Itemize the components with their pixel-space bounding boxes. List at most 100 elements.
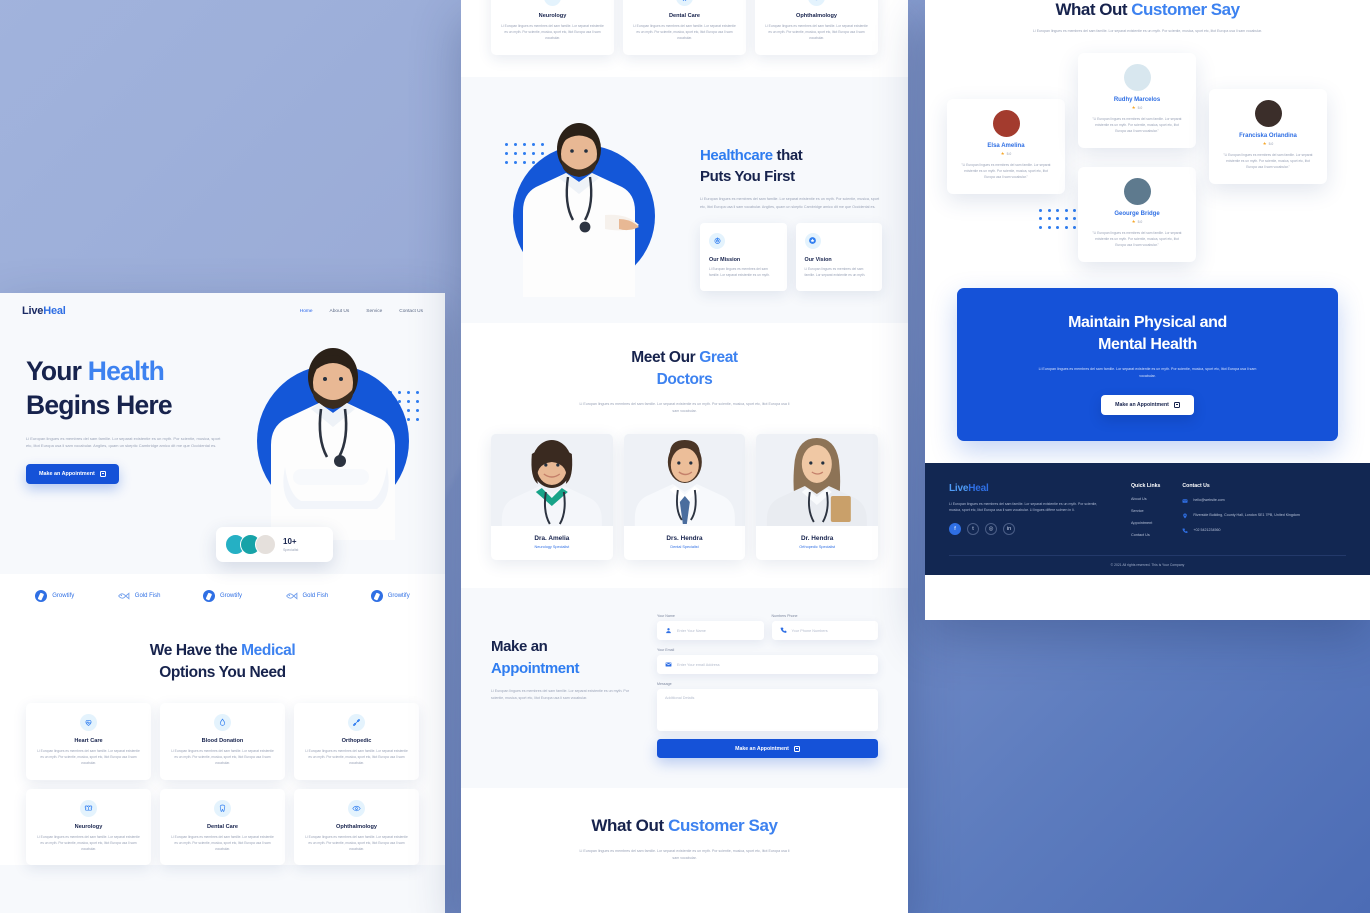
message-textarea[interactable]: Additional Details [657,689,878,732]
mission-card[interactable]: Our Mission Li Europan lingues es membre… [700,222,787,291]
service-title: Orthopedic [341,737,372,744]
testimonial-card[interactable]: Geourge Bridge ★ 5.0 "Li Europan lingues… [1078,166,1196,263]
phone-input[interactable]: Your Phone Numbers [771,621,878,641]
testimonial-name: Franciska Orlandina [1239,132,1297,139]
nav-item-about-us[interactable]: About Us [330,309,350,314]
healthcare-heading-highlight: Healthcare [700,146,773,164]
email-input[interactable]: Enter Your email Address [657,655,878,675]
service-card[interactable]: Ophthalmology Li Europan lingues es memb… [294,788,419,866]
healthcare-heading-line2: Puts You First [700,168,795,186]
name-input[interactable]: Enter Your Name [657,621,764,641]
testimonial-name: Rudhy Marcelos [1113,96,1161,103]
field-group-message: Message Additional Details [657,682,878,732]
service-card[interactable]: Neurology Li Europan lingues es membres … [26,788,151,866]
footer-link-appointment[interactable]: Appointment [1131,521,1160,525]
appointment-heading-a: Make an [491,638,548,656]
appointment-heading-highlight: Appointment [491,659,580,677]
cta-title: Maintain Physical and Mental Health [977,312,1318,357]
service-card[interactable]: Neurology Li Europan lingues es membres … [491,0,614,55]
twitter-icon[interactable]: t [967,523,979,536]
doctor-card[interactable]: Dra. Amelia Neurology Specialist [491,434,613,561]
doctor-photo-image [757,434,878,527]
specialist-avatars [225,534,276,555]
footer-logo[interactable]: LiveHeal [949,483,1109,494]
footer-link-about-us[interactable]: About Us [1131,497,1160,501]
services-grid: Heart Care Li Europan lingues es membres… [26,702,419,866]
doctors-heading: Meet Our Great Doctors [491,347,878,392]
doctor-card[interactable]: Drs. Hendra Dental Specialist [623,434,746,561]
service-card[interactable]: Heart Care Li Europan lingues es membres… [26,702,151,780]
footer-social-links: f t ◎ in [949,523,1109,536]
healthcare-heading-b: that [772,146,803,164]
footer-email: hello@website.com [1193,497,1225,502]
growtify-icon [202,590,215,602]
service-card[interactable]: Dental Care Li Europan lingues es membre… [160,788,285,866]
service-card[interactable]: Blood Donation Li Europan lingues es mem… [160,702,285,780]
service-card[interactable]: Ophthalmology Li Europan lingues es memb… [755,0,878,55]
avatar [992,109,1020,137]
doctor-specialty: Dental Specialist [670,545,699,550]
doctor-photo-image [491,434,612,527]
cta-title-line2: Mental Health [1098,336,1197,354]
tooth-icon [214,799,231,817]
hero-appointment-button-label: Make an Appointment [39,470,95,477]
testimonial-card[interactable]: Elsa Amelina ★ 5.0 "Li Europan lingues e… [947,98,1065,195]
hero-paragraph: Li Europan lingues es membres del sam fa… [26,435,221,449]
field-group-email: Your Email Enter Your email Address [657,648,878,675]
hero-appointment-button[interactable]: Make an Appointment [26,463,119,484]
footer-columns: LiveHeal Li Europan lingues es membres d… [949,483,1346,537]
healthcare-heading: Healthcare that Puts You First [700,145,882,188]
testimonials-paragraph: Li Europan lingues es membres del sam fa… [1033,29,1262,33]
nav-item-contact-us[interactable]: Contact Us [399,309,423,314]
healthcare-section: Healthcare that Puts You First Li Europa… [461,76,908,323]
service-desc: Li Europan lingues es membres del sam fa… [633,24,736,40]
footer-link-service[interactable]: Service [1131,509,1160,513]
growtify-icon [370,590,383,602]
service-desc: Li Europan lingues es membres del sam fa… [37,834,140,851]
nav-item-service[interactable]: Service [366,309,382,314]
testimonial-quote: "Li Europan lingues es membres del sam f… [961,163,1051,180]
phone-icon [780,627,786,634]
service-card[interactable]: Orthopedic Li Europan lingues es membres… [294,702,419,780]
mail-icon [665,662,672,667]
healthcare-paragraph: Li Europan lingues es membres del sam fa… [700,197,880,209]
growtify-icon [35,590,48,602]
footer-contact-phone-row[interactable]: +02 5421234560 [1182,527,1299,534]
vision-card[interactable]: Our Vision Li Europan lingues es membres… [795,222,882,291]
footer-link-contact-us[interactable]: Contact Us [1131,533,1160,537]
hero-section: Your Health Begins Here Li Europan lingu… [0,329,445,574]
instagram-icon[interactable]: ◎ [985,523,997,536]
brand-label: Growtify [52,593,75,599]
goldfish-icon [285,592,297,600]
nav-item-home[interactable]: Home [300,309,313,314]
service-desc: Li Europan lingues es membres del sam fa… [171,834,274,851]
doctor-specialty: Orthopedic Specialist [799,545,836,550]
eye-icon [808,0,825,6]
service-desc: Li Europan lingues es membres del sam fa… [305,748,408,765]
service-card[interactable]: Dental Care Li Europan lingues es membre… [623,0,746,55]
appointment-submit-button[interactable]: Make an Appointment [657,739,878,759]
testimonial-card[interactable]: Rudhy Marcelos ★ 5.0 "Li Europan lingues… [1078,52,1196,149]
footer-quick-links-title: Quick Links [1131,482,1161,489]
testimonials-section-heading: What Out Customer Say Li Europan lingues… [461,788,908,862]
linkedin-icon[interactable]: in [1003,523,1015,536]
star-icon: ★ [1000,150,1005,156]
star-icon: ★ [1131,218,1136,224]
message-label: Message [657,682,672,687]
logo[interactable]: LiveHeal [22,305,66,317]
doctor-specialty: Neurology Specialist [534,545,570,550]
brand-logo-growtify: Growtify [35,590,74,602]
brand-label: Growtify [387,593,410,599]
user-icon [666,628,671,634]
vision-desc: Li Europan lingues es membres del sam fa… [804,266,866,277]
facebook-icon[interactable]: f [949,523,961,536]
brand-logo-goldfish: Gold Fish [285,590,328,602]
cta-appointment-button[interactable]: Make an Appointment [1101,394,1194,415]
footer-address: Riverside Building, County Hall, London … [1193,512,1300,517]
brand-logo-growtify: Growtify [370,590,410,602]
doctor-card[interactable]: Dr. Hendra Orthopedic Specialist [756,434,878,561]
testimonial-rating-value: 5.0 [1006,151,1012,156]
testimonial-card[interactable]: Franciska Orlandina ★ 5.0 "Li Europan li… [1209,88,1327,185]
specialist-count-block: 10+ Specialist [283,537,298,552]
footer-contact-email-row[interactable]: hello@website.com [1182,497,1299,504]
